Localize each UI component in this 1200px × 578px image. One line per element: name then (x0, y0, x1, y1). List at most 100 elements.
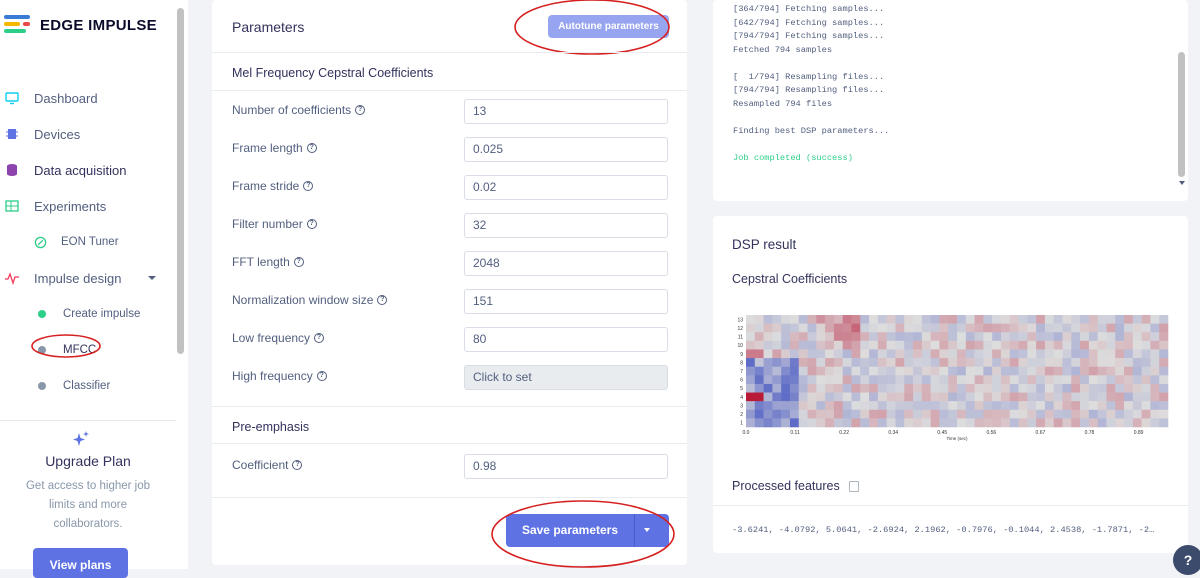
heatmap-cell (763, 315, 773, 324)
logo[interactable]: EDGE IMPULSE (4, 14, 157, 36)
heatmap-cell (833, 366, 844, 376)
frame-stride-input[interactable]: 0.02 (464, 175, 668, 200)
sidebar-item-dashboard[interactable]: Dashboard (0, 80, 176, 116)
help-icon[interactable]: ? (355, 105, 366, 115)
heatmap-cell (974, 340, 984, 350)
heatmap-cell (825, 332, 835, 342)
field-label: High frequency? (232, 369, 327, 383)
heatmap-cell (992, 401, 1002, 411)
copy-icon[interactable] (848, 480, 859, 492)
heatmap-cell (1018, 401, 1028, 411)
heatmap-cell (746, 340, 756, 350)
heatmap-cell (974, 315, 984, 324)
heatmap-cell (1009, 375, 1019, 385)
sidebar-item-impulse-design[interactable]: Impulse design (0, 260, 176, 296)
heatmap-cell (921, 392, 931, 402)
help-icon[interactable]: ? (303, 181, 314, 191)
heatmap-cell (886, 366, 896, 376)
help-icon[interactable]: ? (306, 143, 317, 153)
heatmap-cell (1159, 401, 1169, 411)
heatmap-cell (1150, 366, 1160, 376)
heatmap-cell (974, 392, 984, 402)
high-frequency-input[interactable]: Click to set (464, 365, 668, 390)
sidebar-item-experiments[interactable]: Experiments (0, 188, 176, 224)
filter-number-input[interactable]: 32 (464, 213, 668, 238)
heatmap-cell (992, 392, 1002, 402)
normalization-window-input[interactable]: 151 (464, 289, 668, 314)
heatmap-cell (974, 418, 984, 428)
chevron-down-icon[interactable] (148, 276, 156, 280)
heatmap-cell (1115, 323, 1125, 333)
heatmap-cell (921, 401, 931, 411)
heatmap-cell (1018, 358, 1028, 367)
help-icon[interactable]: ? (292, 460, 303, 470)
log-line: [794/794] Resampling files... (733, 85, 885, 95)
eon-icon (34, 236, 47, 248)
sidebar-item-create-impulse[interactable]: Create impulse (0, 296, 176, 332)
sidebar-item-data-acquisition[interactable]: Data acquisition (0, 152, 176, 188)
heatmap-cell (772, 409, 782, 419)
heatmap-cell (957, 375, 967, 385)
heatmap-cell (746, 401, 756, 411)
heatmap-cell (1009, 323, 1019, 333)
help-icon[interactable]: ? (377, 295, 388, 305)
heatmap-cell (746, 349, 756, 359)
sidebar-item-classifier[interactable]: Classifier (0, 368, 176, 404)
help-icon[interactable]: ? (314, 333, 325, 343)
coefficient-input[interactable]: 0.98 (464, 454, 668, 479)
sidebar-item-eon-tuner[interactable]: EON Tuner (0, 224, 176, 260)
heatmap-cell (807, 332, 817, 342)
heatmap-cell (781, 366, 791, 376)
scroll-down-arrow-icon[interactable] (1179, 181, 1185, 185)
y-tick-label: 6 (740, 378, 743, 384)
heatmap-cell (1106, 323, 1116, 333)
heatmap-cell (965, 358, 975, 367)
mfcc-heading: Mel Frequency Cepstral Coefficients (232, 66, 434, 80)
heatmap-cell (1106, 392, 1116, 402)
fft-length-input[interactable]: 2048 (464, 251, 668, 276)
low-frequency-input[interactable]: 80 (464, 327, 668, 352)
cepstral-heatmap: 131211109876543210.0 0.11 0.22 0.34 0.45 0.56… (737, 315, 1169, 441)
heatmap-cell (746, 332, 756, 342)
heatmap-cell (1027, 383, 1037, 393)
sidebar-item-devices[interactable]: Devices (0, 116, 176, 152)
log-scrollbar[interactable] (1178, 52, 1185, 177)
heatmap-cell (842, 383, 852, 393)
heatmap-cell (877, 409, 887, 419)
help-icon[interactable]: ? (306, 219, 317, 229)
heatmap-cell (1141, 349, 1151, 359)
heatmap-cell (816, 401, 826, 411)
heatmap-cell (1150, 375, 1160, 385)
heatmap-cell (948, 349, 958, 359)
heatmap-cell (904, 418, 914, 428)
heatmap-cell (992, 315, 1002, 324)
heatmap-cell (992, 409, 1002, 419)
heatmap-cell (869, 409, 879, 419)
heatmap-cell (895, 340, 905, 350)
help-icon[interactable]: ? (316, 371, 327, 381)
heatmap-cell (851, 332, 861, 342)
heatmap-cell (939, 383, 949, 393)
heatmap-cell (930, 340, 940, 350)
heatmap-cell (1150, 409, 1160, 419)
heatmap-cell (1097, 401, 1107, 411)
view-plans-button[interactable]: View plans (33, 548, 128, 578)
sidebar-scrollbar[interactable] (177, 8, 184, 354)
heatmap-cell (825, 392, 835, 402)
heatmap-cell (869, 375, 879, 385)
number-of-coefficients-input[interactable]: 13 (464, 99, 668, 124)
help-button[interactable]: ? (1173, 545, 1200, 575)
heatmap-cell (763, 418, 773, 428)
help-icon[interactable]: ? (293, 257, 304, 267)
heatmap-cell (939, 375, 949, 385)
heatmap-cell (913, 366, 923, 376)
x-tick-label: 0.78 (1085, 430, 1095, 436)
heatmap-cell (957, 418, 967, 428)
heatmap-cell (1124, 358, 1134, 367)
heatmap-cell (789, 323, 800, 333)
frame-length-input[interactable]: 0.025 (464, 137, 668, 162)
heatmap-cell (1159, 315, 1169, 324)
y-tick-label: 2 (740, 412, 743, 418)
y-tick-label: 10 (737, 343, 743, 349)
heatmap-cell (1088, 366, 1098, 376)
